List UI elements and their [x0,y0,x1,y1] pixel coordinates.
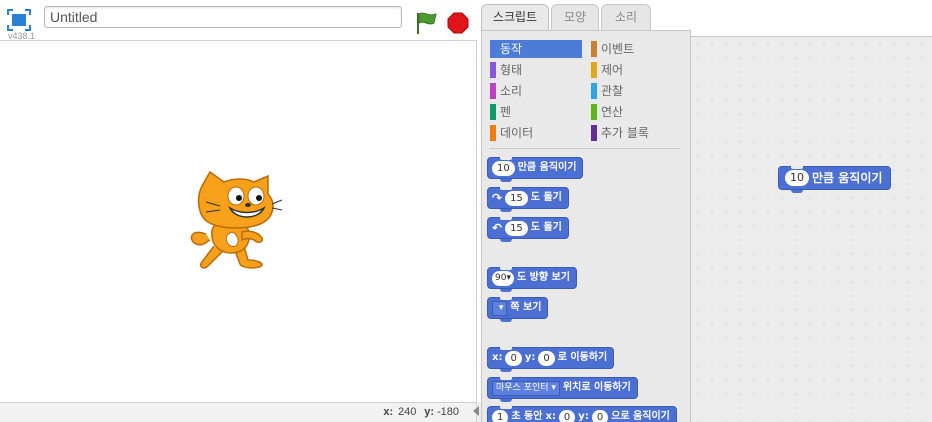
category-events[interactable]: 이벤트 [591,40,683,58]
category-label: 펜 [500,105,512,119]
stage-footer: x: 240 y: -180 [0,402,477,422]
category-label: 연산 [601,105,624,119]
category-label: 소리 [500,84,523,98]
fullscreen-icon[interactable] [7,9,31,31]
y-input[interactable]: 0 [591,409,609,422]
category-label: 형태 [500,63,523,77]
turn-right-block[interactable]: ↷ 15 도 돌기 [487,187,569,212]
point-towards-block[interactable]: ▾ 쪽 보기 [487,297,549,322]
rotate-left-icon: ↶ [492,221,503,235]
category-looks[interactable]: 형태 [490,61,582,79]
category-divider [490,148,680,149]
category-swatch [591,41,597,57]
mouse-x-value: 240 [397,406,417,418]
block-label: 도 방향 보기 [516,272,570,283]
mouse-coordinates: x: 240 y: -180 [383,406,462,418]
category-label: 관찰 [601,84,624,98]
x-input[interactable]: 0 [505,350,522,366]
project-title-input[interactable] [44,6,402,28]
block-label: 쪽 보기 [510,302,542,313]
script-move-steps-block[interactable]: 10 만큼 움직이기 [778,166,892,193]
goto-xy-block[interactable]: x: 0 y: 0 로 이동하기 [487,347,615,372]
glide-block[interactable]: 1 초 동안 x: 0 y: 0 으로 움직이기 [487,406,677,422]
category-label: 데이터 [500,126,534,140]
category-swatch [490,125,496,141]
scripts-area[interactable] [691,36,932,422]
block-label: 으로 움직이기 [611,411,670,422]
y-input[interactable]: 0 [538,350,555,366]
category-swatch [591,62,597,78]
block-label: 도 돌기 [530,192,562,203]
x-label: x: [545,411,556,422]
category-pen[interactable]: 펜 [490,103,582,121]
goto-target-block[interactable]: 마우스 포인터 ▾ 위치로 이동하기 [487,377,638,402]
block-label: 만큼 움직이기 [517,162,577,173]
category-sound[interactable]: 소리 [490,82,582,100]
x-label: x: [492,352,503,363]
target-value: 마우스 포인터 [496,382,549,393]
block-label: 초 동안 [511,411,543,422]
category-motion[interactable]: 동작 [490,40,582,58]
category-label: 동작 [500,42,523,56]
move-steps-input[interactable]: 10 [492,160,515,176]
collapse-arrow-icon[interactable] [473,406,479,416]
category-swatch [591,104,597,120]
x-input[interactable]: 0 [558,409,576,422]
turn-left-block[interactable]: ↶ 15 도 돌기 [487,217,569,242]
category-operators[interactable]: 연산 [591,103,683,121]
target-dropdown[interactable]: 마우스 포인터 ▾ [492,380,560,396]
direction-dropdown[interactable]: 90▾ [492,270,514,286]
category-swatch [490,41,496,57]
glide-seconds-input[interactable]: 1 [492,409,509,422]
stop-icon[interactable] [447,12,469,34]
mouse-x-label: x: [383,406,394,418]
block-label: 위치로 이동하기 [562,382,631,393]
mouse-y-label: y: [424,406,434,418]
block-label: 로 이동하기 [557,352,608,363]
category-label: 추가 블록 [601,126,649,140]
y-label: y: [524,352,536,363]
tab-costumes[interactable]: 모양 [551,4,599,30]
tab-sounds[interactable]: 소리 [601,4,651,30]
category-data[interactable]: 데이터 [490,124,582,142]
category-label: 이벤트 [601,42,635,56]
move-steps-block[interactable]: 10 만큼 움직이기 [487,157,584,182]
category-sensing[interactable]: 관찰 [591,82,683,100]
category-swatch [591,125,597,141]
block-label: 만큼 움직이기 [812,171,883,185]
script-move-input[interactable]: 10 [785,170,809,186]
category-label: 제어 [601,63,624,77]
y-label: y: [578,411,589,422]
scratch-cat-sprite[interactable] [184,170,284,274]
category-swatch [490,83,496,99]
green-flag-icon[interactable] [414,10,438,36]
rotate-right-icon: ↷ [492,191,503,205]
direction-value: 90 [495,272,507,283]
editor-tabs: 스크립트 모양 소리 [481,4,653,31]
category-swatch [591,83,597,99]
category-swatch [490,62,496,78]
block-label: 도 돌기 [530,222,562,233]
turn-left-input[interactable]: 15 [505,220,528,236]
towards-dropdown[interactable]: ▾ [492,300,508,316]
category-control[interactable]: 제어 [591,61,683,79]
turn-right-input[interactable]: 15 [505,190,528,206]
category-swatch [490,104,496,120]
category-more-blocks[interactable]: 추가 블록 [591,124,683,142]
point-direction-block[interactable]: 90▾ 도 방향 보기 [487,267,577,292]
tab-scripts[interactable]: 스크립트 [481,4,549,31]
mouse-y-value: -180 [436,406,460,418]
